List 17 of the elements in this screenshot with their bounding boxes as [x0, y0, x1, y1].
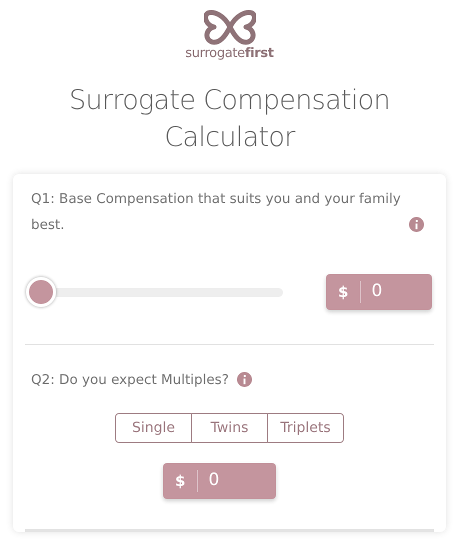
option-tab[interactable]: Triplets — [267, 414, 343, 442]
page-title: Surrogate Compensation Calculator — [68, 84, 391, 155]
amount-field[interactable]: $ 0 — [163, 463, 276, 499]
brand-name: surrogatefirst — [185, 47, 274, 60]
info-icon[interactable] — [236, 372, 252, 387]
currency-sign: $ — [163, 470, 198, 492]
amount-value: 0 — [207, 469, 220, 492]
amount-value: 0 — [370, 280, 382, 304]
question-label: Q1: Base Compensation that suits you and your family best. — [31, 190, 401, 235]
option-tab[interactable]: Single — [116, 414, 191, 442]
info-icon[interactable] — [409, 217, 424, 232]
currency-sign: $ — [326, 280, 362, 304]
question-label: Q2: Do you expect Multiples? — [31, 371, 229, 390]
butterfly-logo-icon — [204, 9, 256, 45]
amount-field[interactable]: $ 0 — [326, 274, 432, 310]
slider-thumb[interactable] — [26, 277, 56, 307]
option-tab[interactable]: Twins — [191, 414, 267, 442]
